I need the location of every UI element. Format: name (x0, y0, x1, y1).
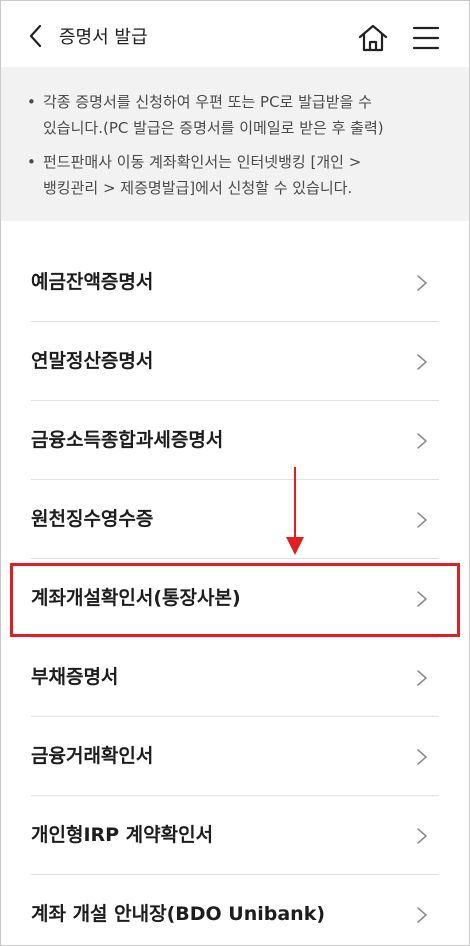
hamburger-menu-icon (412, 26, 440, 50)
menu-item-label: 원천징수영수증 (31, 508, 154, 530)
menu-item-financial-transaction-confirmation[interactable]: 금융거래확인서 (1, 717, 469, 796)
menu-item-account-opening-confirmation[interactable]: 계좌개설확인서(통장사본) (1, 559, 469, 638)
menu-item-bdo-account-opening-guide[interactable]: 계좌 개설 안내장(BDO Unibank) (1, 875, 469, 945)
top-header: 증명서 발급 (1, 1, 469, 67)
menu-item-withholding-tax-receipt[interactable]: 원천징수영수증 (1, 480, 469, 559)
menu-item-label: 연말정산증명서 (31, 350, 154, 372)
menu-item-debt-certificate[interactable]: 부채증명서 (1, 638, 469, 717)
notice-text: 펀드판매사 이동 계좌확인서는 인터넷뱅킹 [개인 > (43, 153, 362, 171)
chevron-right-icon (417, 354, 427, 370)
chevron-right-icon (417, 275, 427, 291)
chevron-right-icon (417, 670, 427, 686)
back-button[interactable] (25, 23, 49, 49)
menu-item-label: 예금잔액증명서 (31, 271, 154, 293)
chevron-left-icon (29, 24, 42, 48)
notice-text: 있습니다.(PC 발급은 증명서를 이메일로 받은 후 출력) (43, 119, 384, 137)
notice-item: • 펀드판매사 이동 계좌확인서는 인터넷뱅킹 [개인 > 뱅킹관리 > 제증명… (27, 149, 453, 201)
notice-item: • 각종 증명서를 신청하여 우편 또는 PC로 발급받을 수 있습니다.(PC… (27, 89, 453, 141)
menu-item-label: 계좌개설확인서(통장사본) (31, 587, 241, 609)
notice-panel: • 각종 증명서를 신청하여 우편 또는 PC로 발급받을 수 있습니다.(PC… (1, 67, 469, 221)
notice-text: 뱅킹관리 > 제증명발급]에서 신청할 수 있습니다. (43, 179, 353, 197)
bullet: • (27, 153, 36, 171)
app-screen: 증명서 발급 • 각종 증명서를 신청하여 우편 또는 PC로 발급받을 수 있… (0, 0, 470, 946)
menu-item-label: 계좌 개설 안내장(BDO Unibank) (31, 903, 326, 925)
menu-item-year-end-tax-certificate[interactable]: 연말정산증명서 (1, 322, 469, 401)
chevron-right-icon (417, 828, 427, 844)
menu-item-financial-income-tax-certificate[interactable]: 금융소득종합과세증명서 (1, 401, 469, 480)
menu-item-deposit-balance-certificate[interactable]: 예금잔액증명서 (1, 243, 469, 322)
chevron-right-icon (417, 907, 427, 923)
chevron-right-icon (417, 591, 427, 607)
menu-item-label: 개인형IRP 계약확인서 (31, 824, 214, 846)
home-icon (358, 24, 388, 52)
menu-item-label: 금융소득종합과세증명서 (31, 429, 224, 451)
chevron-right-icon (417, 749, 427, 765)
chevron-right-icon (417, 512, 427, 528)
bullet: • (27, 93, 36, 111)
menu-item-label: 금융거래확인서 (31, 745, 154, 767)
menu-item-irp-contract-confirmation[interactable]: 개인형IRP 계약확인서 (1, 796, 469, 875)
menu-item-label: 부채증명서 (31, 666, 119, 688)
chevron-right-icon (417, 433, 427, 449)
notice-text: 각종 증명서를 신청하여 우편 또는 PC로 발급받을 수 (43, 93, 372, 111)
page-title: 증명서 발급 (59, 27, 148, 48)
home-button[interactable] (357, 23, 389, 53)
menu-button[interactable] (411, 25, 441, 51)
